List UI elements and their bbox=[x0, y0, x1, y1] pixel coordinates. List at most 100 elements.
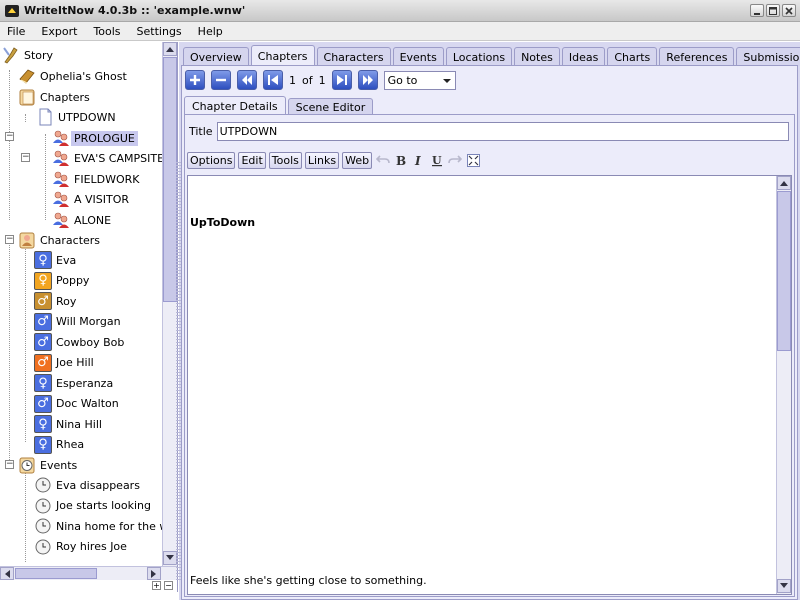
tree-item-story[interactable]: Story bbox=[2, 45, 53, 65]
splitter-handle[interactable] bbox=[176, 162, 181, 582]
subtab-scene-editor[interactable]: Scene Editor bbox=[287, 98, 374, 115]
menu-help[interactable]: Help bbox=[198, 25, 223, 38]
chapters-folder-icon bbox=[19, 89, 35, 106]
scroll-right-button[interactable] bbox=[147, 567, 161, 580]
events-folder-icon bbox=[19, 457, 35, 474]
bold-button[interactable]: B bbox=[393, 152, 409, 168]
female-icon: ♀ bbox=[34, 435, 52, 454]
tab-submissions[interactable]: Submissions bbox=[736, 47, 800, 66]
editor-vertical-scrollbar[interactable] bbox=[776, 176, 791, 594]
tree-vertical-scrollbar[interactable] bbox=[162, 42, 177, 566]
tree-horizontal-scrollbar[interactable] bbox=[0, 566, 177, 580]
italic-button[interactable]: I bbox=[411, 152, 427, 168]
maximize-button[interactable] bbox=[766, 4, 780, 17]
web-button[interactable]: Web bbox=[342, 151, 373, 169]
collapse-events-toggle[interactable]: − bbox=[5, 460, 14, 469]
fast-forward-button[interactable] bbox=[357, 70, 378, 90]
scroll-thumb[interactable] bbox=[777, 191, 791, 351]
undo-button[interactable] bbox=[375, 152, 391, 168]
redo-button[interactable] bbox=[447, 152, 463, 168]
tools-button[interactable]: Tools bbox=[268, 151, 302, 169]
tree-item-scene[interactable]: ALONE bbox=[52, 210, 111, 230]
tree-item-events[interactable]: Events bbox=[18, 455, 77, 475]
tree-item-chapters[interactable]: Chapters bbox=[18, 87, 90, 107]
expand-all-button[interactable]: + bbox=[152, 581, 161, 590]
rewind-button[interactable] bbox=[237, 70, 257, 90]
tab-overview[interactable]: Overview bbox=[183, 47, 249, 66]
tree-item-scene[interactable]: FIELDWORK bbox=[52, 169, 140, 189]
tree-item-character[interactable]: ♂ Joe Hill bbox=[34, 353, 94, 373]
tab-characters[interactable]: Characters bbox=[316, 47, 391, 66]
links-button[interactable]: Links bbox=[304, 151, 340, 169]
minus-icon bbox=[216, 78, 226, 82]
tree-item-event[interactable]: Roy hires Joe bbox=[34, 537, 127, 557]
tree-item-character[interactable]: ♂ Cowboy Bob bbox=[34, 332, 124, 352]
tree-item-character[interactable]: ♀ Nina Hill bbox=[34, 414, 102, 434]
scroll-down-button[interactable] bbox=[777, 579, 791, 593]
tree-label: Nina home for the weekend bbox=[56, 519, 162, 533]
subtab-chapter-details[interactable]: Chapter Details bbox=[184, 96, 286, 115]
menu-export[interactable]: Export bbox=[41, 25, 77, 38]
goto-dropdown[interactable]: Go to bbox=[383, 70, 456, 90]
options-button[interactable]: Options bbox=[187, 151, 236, 169]
menu-settings[interactable]: Settings bbox=[137, 25, 182, 38]
tab-ideas[interactable]: Ideas bbox=[561, 47, 606, 66]
scroll-left-button[interactable] bbox=[0, 567, 14, 580]
collapse-all-button[interactable]: − bbox=[164, 581, 173, 590]
last-page-button[interactable] bbox=[331, 70, 352, 90]
tree-label: Roy bbox=[56, 294, 77, 308]
menu-tools[interactable]: Tools bbox=[93, 25, 120, 38]
fast-forward-icon bbox=[362, 75, 373, 85]
tree-item-characters[interactable]: Characters bbox=[18, 230, 100, 250]
tree-item-character[interactable]: ♂ Will Morgan bbox=[34, 312, 121, 332]
title-field[interactable]: UTPDOWN bbox=[216, 121, 789, 141]
female-icon: ♀ bbox=[34, 415, 52, 433]
scroll-up-button[interactable] bbox=[777, 176, 791, 190]
tree-item-scene[interactable]: EVA'S CAMPSITE bbox=[52, 148, 162, 168]
first-page-button[interactable] bbox=[263, 70, 283, 90]
tree-item-character[interactable]: ♀ Esperanza bbox=[34, 373, 113, 393]
underline-button[interactable]: U bbox=[429, 152, 445, 168]
collapse-chapter-toggle[interactable]: − bbox=[21, 153, 30, 162]
tree-item-scene[interactable]: PROLOGUE bbox=[52, 128, 138, 148]
tree-item-character[interactable]: ♀ Eva bbox=[34, 250, 76, 270]
male-icon: ♂ bbox=[34, 312, 52, 331]
tree-item-event[interactable]: Eva disappears bbox=[34, 475, 140, 495]
chapter-text-editor[interactable]: UpToDown Feels like she's getting close … bbox=[187, 175, 792, 595]
scroll-down-button[interactable] bbox=[163, 551, 177, 565]
scroll-up-button[interactable] bbox=[163, 42, 177, 56]
minimize-icon bbox=[754, 12, 760, 15]
tab-charts[interactable]: Charts bbox=[607, 47, 658, 66]
tree-label: Events bbox=[40, 458, 78, 472]
tree-item-scene[interactable]: A VISITOR bbox=[52, 189, 129, 209]
scroll-thumb[interactable] bbox=[15, 568, 97, 579]
tree-item-event[interactable]: Nina home for the weekend bbox=[34, 516, 162, 536]
tree-item-character[interactable]: ♂ Roy bbox=[34, 291, 76, 311]
tree-item-character[interactable]: ♂ Doc Walton bbox=[34, 394, 119, 414]
collapse-characters-toggle[interactable]: − bbox=[5, 235, 14, 244]
tree-item-character[interactable]: ♀ Rhea bbox=[34, 435, 84, 455]
tree-item-chapter[interactable]: UTPDOWN bbox=[36, 107, 116, 127]
tree-item-event[interactable]: Joe starts looking bbox=[34, 496, 151, 516]
tab-references[interactable]: References bbox=[659, 47, 735, 66]
edit-button[interactable]: Edit bbox=[238, 151, 266, 169]
tree-item-ghost[interactable]: Ophelia's Ghost bbox=[18, 66, 127, 86]
tree-label: Nina Hill bbox=[56, 417, 102, 431]
add-chapter-button[interactable] bbox=[185, 70, 205, 90]
page-of-label: of bbox=[302, 73, 313, 87]
tab-notes[interactable]: Notes bbox=[514, 47, 560, 66]
fullscreen-button[interactable] bbox=[465, 152, 481, 168]
tab-locations[interactable]: Locations bbox=[445, 47, 513, 66]
minimize-button[interactable] bbox=[750, 4, 764, 17]
menu-file[interactable]: File bbox=[7, 25, 25, 38]
tab-chapters[interactable]: Chapters bbox=[250, 45, 315, 66]
collapse-chapters-toggle[interactable]: − bbox=[5, 132, 14, 141]
remove-chapter-button[interactable] bbox=[211, 70, 231, 90]
tree-item-character[interactable]: ♀ Poppy bbox=[34, 271, 89, 291]
tab-events[interactable]: Events bbox=[392, 47, 444, 66]
male-icon: ♂ bbox=[34, 333, 52, 351]
arrow-left-icon bbox=[5, 569, 10, 578]
svg-text:B: B bbox=[396, 154, 406, 166]
close-button[interactable] bbox=[782, 4, 796, 17]
scroll-thumb[interactable] bbox=[163, 57, 177, 302]
